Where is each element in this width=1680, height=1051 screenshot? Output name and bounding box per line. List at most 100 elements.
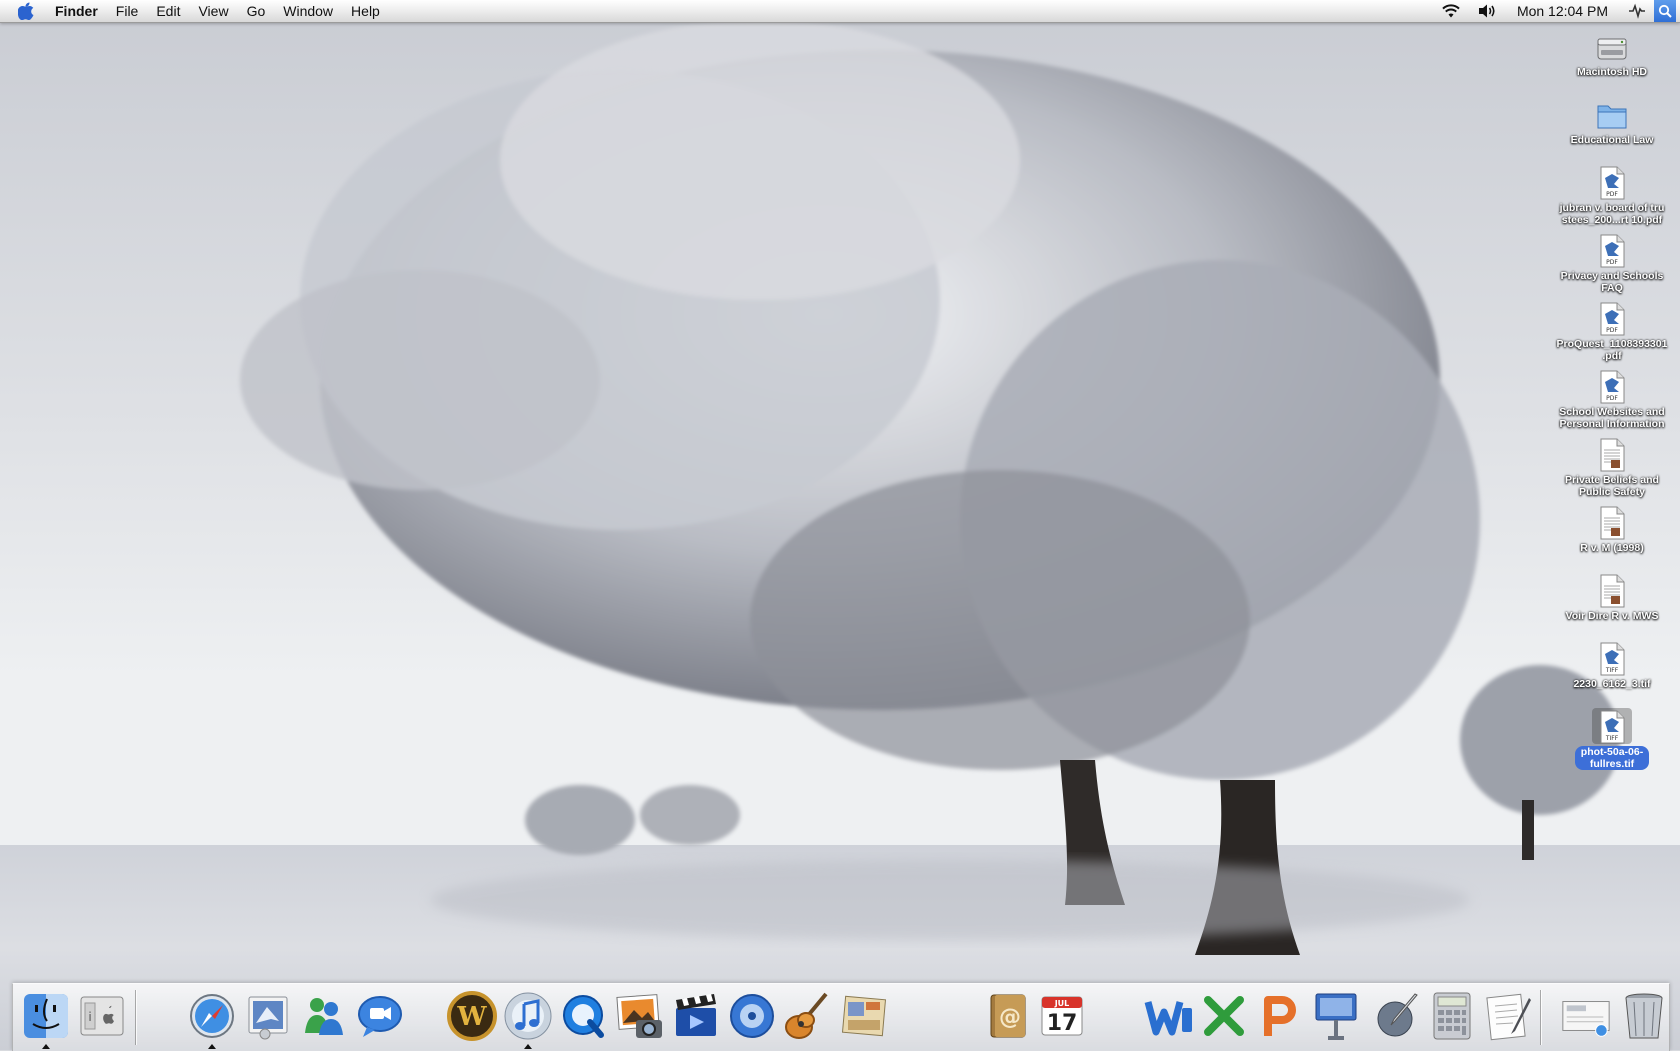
sync-icon[interactable] — [1620, 0, 1654, 22]
dock-address-book[interactable]: @ — [981, 989, 1035, 1043]
dock: i W @ JUL 17 — [12, 983, 1670, 1051]
ical-month: JUL — [1054, 999, 1070, 1008]
dock-mail[interactable] — [241, 989, 295, 1043]
dock-quicktime[interactable] — [557, 989, 611, 1043]
desktop-icon-school-websites[interactable]: PDF School Websites and Personal Informa… — [1549, 368, 1675, 430]
menu-view[interactable]: View — [189, 0, 237, 22]
dock-ichat[interactable] — [353, 989, 407, 1043]
address-book-icon: @ — [990, 994, 1026, 1038]
menu-extras: Mon 12:04 PM — [1433, 0, 1680, 22]
hard-drive-icon — [1592, 28, 1632, 64]
messenger-icon — [305, 998, 343, 1035]
dock-iweb[interactable] — [837, 989, 891, 1043]
dock-idvd[interactable] — [725, 989, 779, 1043]
svg-text:PDF: PDF — [1606, 259, 1618, 266]
dock-itunes[interactable] — [501, 989, 555, 1049]
svg-text:i: i — [88, 1010, 91, 1024]
desktop-icon-label: Educational Law — [1570, 134, 1654, 146]
desktop-icon-label: Privacy and Schools FAQ — [1560, 270, 1664, 294]
dock-world-of-warcraft[interactable]: W — [445, 989, 499, 1043]
textedit-icon — [1486, 993, 1531, 1041]
dock-separator — [1540, 990, 1541, 1045]
dock-imovie[interactable] — [669, 989, 723, 1043]
svg-text:TIFF: TIFF — [1605, 735, 1619, 742]
svg-text:@: @ — [999, 1005, 1021, 1030]
script-editor-icon — [1377, 993, 1418, 1037]
iphoto-icon — [616, 994, 662, 1038]
dock-messenger[interactable] — [297, 989, 351, 1043]
dock-calculator[interactable] — [1425, 989, 1479, 1043]
desktop-icon-jubran-pdf[interactable]: PDF jubran v. board of tru stees_200...r… — [1549, 164, 1675, 226]
itunes-icon — [504, 992, 552, 1040]
desktop-icon-private-beliefs[interactable]: Private Beliefs and Public Safety — [1549, 436, 1675, 498]
running-indicator — [42, 1044, 50, 1049]
desktop-icon-phot-50a-06[interactable]: TIFF phot-50a-06- fullres.tif — [1549, 708, 1675, 770]
dock-iphoto[interactable] — [613, 989, 667, 1043]
garageband-icon — [785, 992, 828, 1039]
dock-microsoft-powerpoint[interactable] — [1253, 989, 1307, 1043]
dock-garageband[interactable] — [781, 989, 835, 1043]
dock-system-profiler[interactable]: i — [75, 989, 129, 1043]
menu-window[interactable]: Window — [274, 0, 342, 22]
dock-safari[interactable] — [185, 989, 239, 1049]
world-of-warcraft-icon: W — [447, 991, 497, 1041]
mail-icon — [248, 996, 288, 1040]
menu-go[interactable]: Go — [238, 0, 275, 22]
menu-help[interactable]: Help — [342, 0, 389, 22]
menu-bar: Finder File Edit View Go Window Help Mon… — [0, 0, 1680, 23]
menu-clock[interactable]: Mon 12:04 PM — [1505, 3, 1620, 19]
desktop-icon-label: phot-50a-06- fullres.tif — [1574, 746, 1650, 770]
safari-icon — [190, 994, 234, 1038]
svg-text:PDF: PDF — [1606, 191, 1618, 198]
svg-text:PDF: PDF — [1606, 327, 1618, 334]
apple-logo-icon — [18, 2, 34, 20]
menu-file[interactable]: File — [107, 0, 148, 22]
quicktime-icon — [563, 995, 604, 1038]
apple-menu[interactable] — [0, 0, 46, 22]
dock-documents-stack[interactable] — [1559, 989, 1613, 1043]
microsoft-powerpoint-icon — [1264, 996, 1296, 1036]
dock-finder[interactable] — [19, 989, 73, 1049]
text-document-icon — [1592, 572, 1632, 608]
desktop-icon-label: School Websites and Personal Information — [1559, 406, 1665, 430]
keynote-icon — [1315, 993, 1357, 1040]
imovie-icon — [676, 994, 716, 1036]
desktop-icon-label: jubran v. board of tru stees_200...rt 10… — [1559, 202, 1665, 226]
svg-text:PDF: PDF — [1606, 395, 1618, 402]
dock-microsoft-word[interactable] — [1143, 989, 1197, 1043]
desktop-icon-educational-law[interactable]: Educational Law — [1549, 96, 1675, 146]
dock-keynote[interactable] — [1309, 989, 1363, 1043]
pdf-document-icon: PDF — [1592, 300, 1632, 336]
dock-textedit[interactable] — [1481, 989, 1535, 1043]
tiff-document-icon: TIFF — [1592, 708, 1632, 744]
desktop-icon-label: 2230_6162_3.tif — [1573, 678, 1651, 690]
dock-microsoft-excel[interactable] — [1199, 989, 1253, 1043]
desktop-icon-privacy-and-schools-faq[interactable]: PDF Privacy and Schools FAQ — [1549, 232, 1675, 294]
desktop-icon-voir-dire[interactable]: Voir Dire R v. MWS — [1549, 572, 1675, 622]
running-indicator — [208, 1044, 216, 1049]
wifi-icon[interactable] — [1433, 0, 1469, 22]
system-profiler-icon: i — [80, 996, 124, 1036]
tiff-document-icon: TIFF — [1592, 640, 1632, 676]
idvd-icon — [730, 994, 774, 1038]
desktop-icon-label: ProQuest_1108393301 .pdf — [1556, 338, 1668, 362]
desktop-wallpaper — [0, 0, 1680, 1050]
svg-text:TIFF: TIFF — [1605, 667, 1619, 674]
dock-script-editor[interactable] — [1371, 989, 1425, 1043]
ical-date: 17 — [1047, 1011, 1078, 1036]
desktop-icon-macintosh-hd[interactable]: Macintosh HD — [1549, 28, 1675, 78]
menu-finder[interactable]: Finder — [46, 0, 107, 22]
dock-separator — [135, 990, 136, 1045]
desktop-icon-r-v-m[interactable]: R v. M (1998) — [1549, 504, 1675, 554]
dock-trash[interactable] — [1617, 989, 1671, 1043]
ical-icon: JUL 17 — [1041, 996, 1083, 1036]
menu-edit[interactable]: Edit — [147, 0, 189, 22]
desktop-icon-proquest-pdf[interactable]: PDF ProQuest_1108393301 .pdf — [1549, 300, 1675, 362]
documents-stack-icon — [1562, 1001, 1610, 1037]
pdf-document-icon: PDF — [1592, 232, 1632, 268]
volume-icon[interactable] — [1469, 0, 1505, 22]
desktop-icon-label: Macintosh HD — [1576, 66, 1647, 78]
spotlight-icon[interactable] — [1654, 0, 1676, 22]
desktop-icon-2230-tif[interactable]: TIFF 2230_6162_3.tif — [1549, 640, 1675, 690]
dock-ical[interactable]: JUL 17 — [1035, 989, 1089, 1043]
